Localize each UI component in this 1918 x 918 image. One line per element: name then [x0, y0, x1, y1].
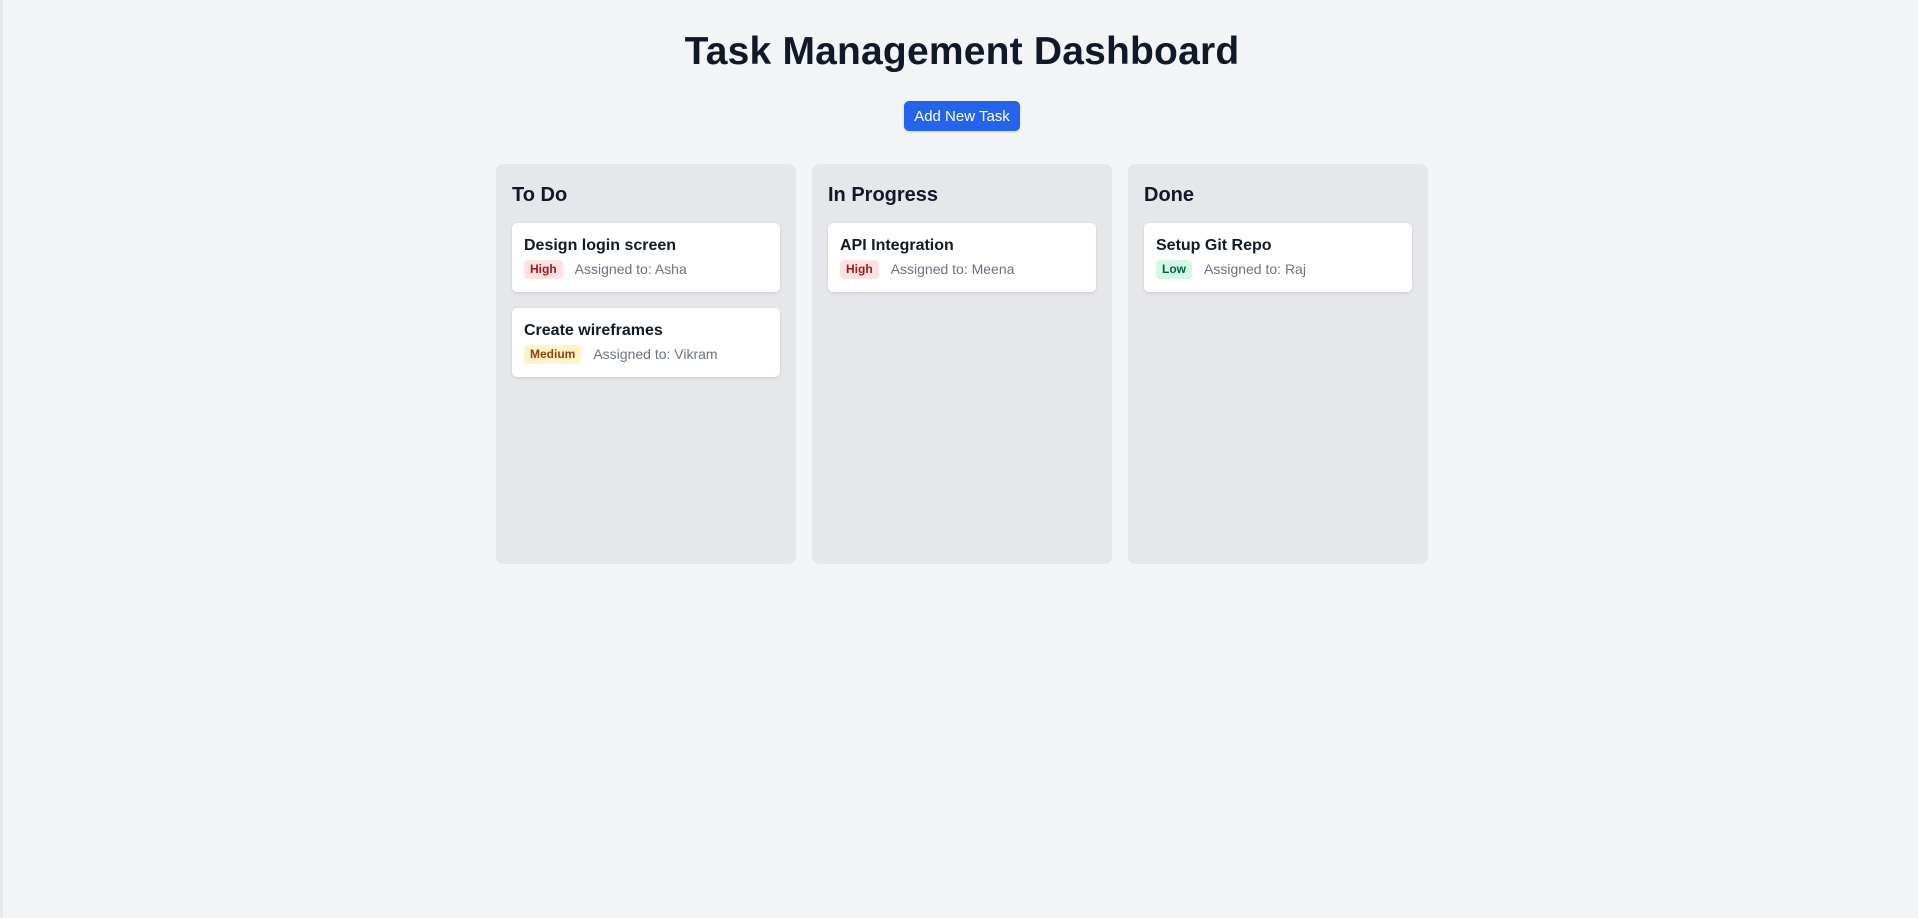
- column-done: Done Setup Git Repo Low Assigned to: Raj: [1128, 164, 1428, 564]
- task-meta: Medium Assigned to: Vikram: [524, 344, 768, 364]
- priority-badge: High: [524, 259, 563, 279]
- page-title: Task Management Dashboard: [684, 30, 1240, 73]
- task-title: Create wireframes: [524, 322, 663, 339]
- add-new-task-button[interactable]: Add New Task: [904, 101, 1020, 131]
- task-meta: High Assigned to: Meena: [840, 259, 1084, 279]
- task-assignee: Assigned to: Raj: [1204, 261, 1306, 277]
- task-assignee: Assigned to: Vikram: [593, 346, 718, 362]
- column-title: To Do: [512, 184, 568, 206]
- column-in-progress: In Progress API Integration High Assigne…: [812, 164, 1112, 564]
- column-title: Done: [1144, 184, 1194, 206]
- task-meta: High Assigned to: Asha: [524, 259, 768, 279]
- task-assignee: Assigned to: Meena: [890, 261, 1015, 277]
- task-title: Design login screen: [524, 237, 677, 254]
- task-assignee: Assigned to: Asha: [574, 261, 687, 277]
- task-card[interactable]: Design login screen High Assigned to: As…: [512, 223, 780, 292]
- task-card[interactable]: Setup Git Repo Low Assigned to: Raj: [1144, 223, 1412, 292]
- task-title: Setup Git Repo: [1156, 237, 1272, 254]
- kanban-board: To Do Design login screen High Assigned …: [496, 164, 1429, 564]
- task-meta: Low Assigned to: Raj: [1156, 259, 1400, 279]
- priority-badge: Medium: [524, 344, 582, 364]
- task-title: API Integration: [840, 237, 954, 254]
- column-todo: To Do Design login screen High Assigned …: [496, 164, 796, 564]
- task-card[interactable]: API Integration High Assigned to: Meena: [828, 223, 1096, 292]
- priority-badge: High: [840, 259, 879, 279]
- task-card[interactable]: Create wireframes Medium Assigned to: Vi…: [512, 308, 780, 377]
- column-title: In Progress: [828, 184, 939, 206]
- priority-badge: Low: [1156, 259, 1192, 279]
